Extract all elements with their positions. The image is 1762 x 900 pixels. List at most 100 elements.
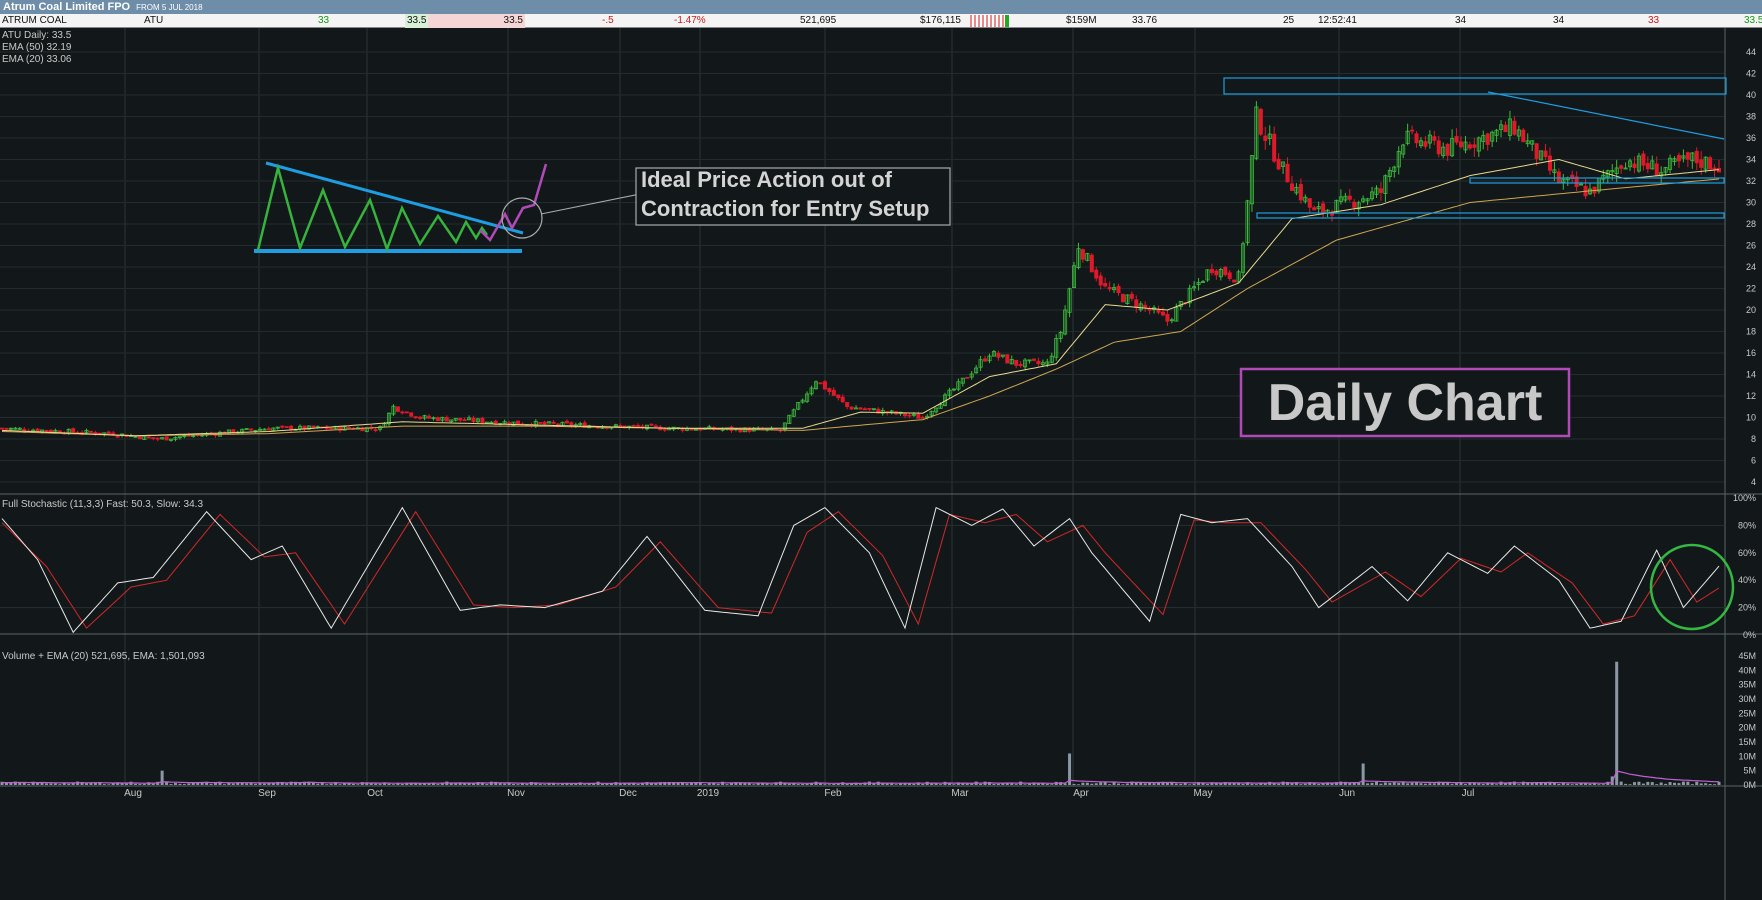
candle-body bbox=[1165, 313, 1170, 322]
volume-bar bbox=[1570, 784, 1574, 785]
month-tick-label: Mar bbox=[951, 788, 969, 799]
candle-body bbox=[564, 420, 569, 424]
candle-body bbox=[1018, 364, 1023, 366]
candle-body bbox=[1298, 184, 1303, 201]
candle-body bbox=[1641, 153, 1646, 166]
volume-bar bbox=[245, 783, 249, 785]
volume-bar bbox=[1646, 781, 1650, 785]
volume-bar bbox=[1125, 783, 1129, 785]
candle-body bbox=[1685, 152, 1690, 160]
candle-body bbox=[551, 421, 556, 424]
price-tick-label: 38 bbox=[1746, 112, 1756, 122]
candle-body bbox=[137, 436, 142, 440]
volume-bar bbox=[138, 784, 142, 785]
volume-bar bbox=[1463, 784, 1467, 785]
candle-body bbox=[1467, 144, 1472, 149]
price-tick-label: 26 bbox=[1746, 241, 1756, 251]
volume-bar bbox=[209, 783, 213, 785]
volume-bar bbox=[1655, 784, 1659, 785]
volume-tick-label: 40M bbox=[1738, 665, 1756, 675]
volume-ema-line bbox=[2, 770, 1719, 785]
volume-bar bbox=[1188, 784, 1192, 785]
candle-body bbox=[404, 411, 409, 414]
candle-body bbox=[689, 428, 694, 431]
stochastic-tick-label: 80% bbox=[1738, 520, 1756, 530]
volume-bar bbox=[1174, 783, 1178, 785]
candle-body bbox=[249, 428, 254, 431]
volume-bar bbox=[1081, 782, 1085, 785]
volume-bar bbox=[601, 783, 605, 785]
volume-bar bbox=[1050, 784, 1054, 785]
volume-bar bbox=[111, 783, 115, 785]
volume-bar bbox=[27, 783, 31, 785]
volume-bar bbox=[231, 783, 235, 785]
volume-bar bbox=[1668, 782, 1672, 785]
volume-bar bbox=[1108, 784, 1112, 785]
volume-bar bbox=[1708, 784, 1712, 785]
candle-body bbox=[1347, 195, 1352, 200]
volume-bar bbox=[636, 783, 640, 785]
volume-bar bbox=[503, 783, 507, 785]
volume-bar bbox=[707, 783, 711, 785]
volume-bar bbox=[1695, 781, 1699, 785]
candle-body bbox=[115, 435, 120, 438]
volume-bar bbox=[1370, 782, 1374, 785]
legends: ATU Daily: 33.5 EMA (50) 32.19 EMA (20) … bbox=[2, 30, 205, 662]
volume-bar bbox=[1045, 783, 1049, 785]
quote-time: 12:52:41 bbox=[1318, 15, 1357, 26]
candle-body bbox=[965, 376, 970, 379]
candle-body bbox=[1209, 268, 1214, 273]
volume-bar bbox=[787, 783, 791, 785]
volume-bar bbox=[1615, 661, 1619, 785]
volume-bar bbox=[169, 784, 173, 785]
volume-bar bbox=[1628, 784, 1632, 785]
quote-change: -.5 bbox=[602, 15, 614, 26]
volume-bar bbox=[1704, 783, 1708, 785]
volume-bar bbox=[979, 783, 983, 785]
price-tick-label: 16 bbox=[1746, 348, 1756, 358]
volume-bar bbox=[1423, 783, 1427, 785]
chart-area: 44 42 40 38 36 34 32 30 28 26 24 22 20 18 16 14 12 10 8 6 4 1… bbox=[0, 28, 1762, 900]
pattern-resistance-line bbox=[265, 161, 524, 235]
volume-bar bbox=[1277, 783, 1281, 785]
quote-volume: 521,695 bbox=[800, 15, 837, 26]
volume-bar bbox=[1477, 783, 1481, 785]
candle-body bbox=[569, 422, 574, 427]
volume-bar bbox=[912, 783, 916, 785]
volume-bar bbox=[939, 784, 943, 785]
candle-body bbox=[849, 406, 854, 410]
candle-body bbox=[427, 415, 432, 419]
price-tick-label: 24 bbox=[1746, 262, 1756, 272]
volume-bar bbox=[178, 783, 182, 785]
volume-bar bbox=[1397, 782, 1401, 785]
candle-body bbox=[329, 427, 334, 430]
volume-tick-label: 10M bbox=[1738, 751, 1756, 761]
legend-ema20: EMA (20) 33.06 bbox=[2, 54, 72, 65]
legend-volume: Volume + EMA (20) 521,695, EMA: 1,501,09… bbox=[2, 651, 205, 662]
volume-bar bbox=[1406, 783, 1410, 785]
price-tick-label: 8 bbox=[1751, 434, 1756, 444]
candle-body bbox=[1258, 108, 1263, 135]
volume-bar bbox=[320, 783, 324, 785]
volume-bar bbox=[1152, 783, 1156, 785]
candle-body bbox=[151, 437, 156, 439]
volume-tick-label: 30M bbox=[1738, 694, 1756, 704]
quote-trades: 25 bbox=[1283, 15, 1295, 26]
candle-body bbox=[1676, 155, 1681, 162]
volume-bar bbox=[1121, 784, 1125, 785]
volume-bar bbox=[374, 783, 378, 785]
volume-bar bbox=[160, 770, 164, 785]
candle-body bbox=[649, 423, 654, 426]
candle-body bbox=[515, 420, 520, 425]
month-tick-label: Aug bbox=[124, 788, 142, 799]
candle-body bbox=[284, 426, 289, 428]
volume-bar bbox=[485, 784, 489, 785]
candle-body bbox=[845, 402, 850, 408]
candle-body bbox=[1120, 294, 1125, 303]
month-tick-label: 2019 bbox=[697, 788, 720, 799]
candle-body bbox=[818, 382, 823, 385]
volume-bar bbox=[1690, 784, 1694, 785]
volume-bar bbox=[765, 783, 769, 785]
candle-body bbox=[44, 429, 49, 432]
candle-body bbox=[1543, 150, 1548, 158]
